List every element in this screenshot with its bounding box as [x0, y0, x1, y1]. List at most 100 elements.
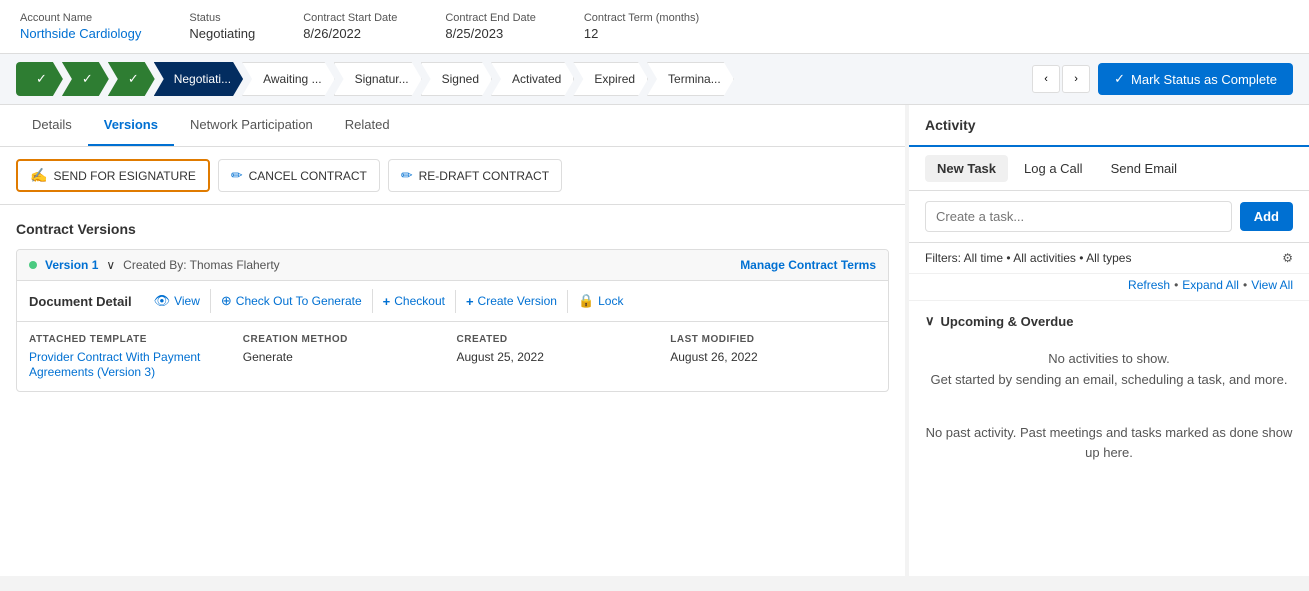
account-name-field: Account Name Northside Cardiology [20, 12, 141, 41]
tab-related[interactable]: Related [329, 105, 406, 146]
version-label[interactable]: Version 1 [45, 258, 98, 272]
cancel-icon: ✏ [231, 167, 243, 184]
step-activated-label: Activated [512, 72, 561, 86]
send-esignature-button[interactable]: ✍ SEND FOR ESIGNATURE [16, 159, 210, 192]
main-layout: Details Versions Network Participation R… [0, 105, 1309, 576]
contract-versions: Contract Versions Version 1 ∨ Created By… [0, 205, 905, 576]
attached-template-value[interactable]: Provider Contract With Payment Agreement… [29, 350, 200, 379]
activity-tab-send-email[interactable]: Send Email [1099, 155, 1189, 182]
redraft-icon: ✏ [401, 167, 413, 184]
tab-network-participation[interactable]: Network Participation [174, 105, 329, 146]
creation-method-label: CREATION METHOD [243, 334, 449, 345]
status-steps: ✓ ✓ ✓ Negotiati... Awaiting ... Signatur… [16, 62, 1024, 96]
cancel-contract-label: CANCEL CONTRACT [249, 169, 367, 183]
tabs: Details Versions Network Participation R… [0, 105, 905, 147]
step-1[interactable]: ✓ [16, 62, 63, 96]
step-negotiating[interactable]: Negotiati... [154, 62, 243, 96]
refresh-link[interactable]: Refresh [1128, 278, 1170, 292]
activity-title: Activity [909, 105, 1309, 147]
mark-complete-button[interactable]: ✓ Mark Status as Complete [1098, 63, 1293, 95]
create-version-label: Create Version [478, 294, 557, 308]
create-version-icon: + [466, 294, 474, 309]
left-panel: Details Versions Network Participation R… [0, 105, 909, 576]
step-3[interactable]: ✓ [108, 62, 155, 96]
activity-tab-log-call[interactable]: Log a Call [1012, 155, 1095, 182]
step-prev-button[interactable]: ‹ [1032, 65, 1060, 93]
step-next-button[interactable]: › [1062, 65, 1090, 93]
created-label: CREATED [457, 334, 663, 345]
tab-versions[interactable]: Versions [88, 105, 174, 146]
step-terminated-label: Termina... [668, 72, 721, 86]
header: Account Name Northside Cardiology Status… [0, 0, 1309, 54]
start-date-label: Contract Start Date [303, 12, 397, 24]
last-modified-label: LAST MODIFIED [670, 334, 876, 345]
redraft-contract-button[interactable]: ✏ RE-DRAFT CONTRACT [388, 159, 562, 192]
step-signature[interactable]: Signatur... [334, 62, 422, 96]
created-value: August 25, 2022 [457, 350, 544, 364]
cancel-contract-button[interactable]: ✏ CANCEL CONTRACT [218, 159, 380, 192]
send-esignature-label: SEND FOR ESIGNATURE [53, 169, 195, 183]
check-icon-3: ✓ [128, 71, 139, 87]
view-all-link[interactable]: View All [1251, 278, 1293, 292]
doc-detail-title: Document Detail [29, 294, 132, 309]
activity-tabs: New Task Log a Call Send Email [909, 147, 1309, 191]
links-row: Refresh • Expand All • View All [909, 274, 1309, 301]
account-name-link[interactable]: Northside Cardiology [20, 26, 141, 41]
doc-actions: Document Detail 👁 View ⊕ Check Out To Ge… [17, 281, 888, 322]
no-activities-sub: Get started by sending an email, schedul… [925, 370, 1293, 391]
upcoming-section: ∨ Upcoming & Overdue No activities to sh… [909, 301, 1309, 576]
check-icon-1: ✓ [36, 71, 47, 87]
attached-template-col: ATTACHED TEMPLATE Provider Contract With… [29, 334, 235, 379]
status-value: Negotiating [189, 26, 255, 41]
right-panel: Activity New Task Log a Call Send Email … [909, 105, 1309, 576]
version-header-left: Version 1 ∨ Created By: Thomas Flaherty [29, 258, 280, 272]
checkout-button[interactable]: + Checkout [373, 290, 456, 313]
checkout-generate-button[interactable]: ⊕ Check Out To Generate [211, 289, 373, 313]
chevron-down-icon[interactable]: ∨ [925, 313, 935, 329]
step-awaiting[interactable]: Awaiting ... [242, 62, 334, 96]
step-activated[interactable]: Activated [491, 62, 574, 96]
step-negotiating-label: Negotiati... [174, 72, 231, 86]
checkout-icon: + [383, 294, 391, 309]
status-label: Status [189, 12, 255, 24]
check-icon: ✓ [1114, 71, 1125, 87]
account-name-label: Account Name [20, 12, 141, 24]
end-date-value: 8/25/2023 [445, 26, 503, 41]
create-version-button[interactable]: + Create Version [456, 290, 568, 313]
last-modified-value: August 26, 2022 [670, 350, 757, 364]
tab-details[interactable]: Details [16, 105, 88, 146]
add-button[interactable]: Add [1240, 202, 1293, 231]
gear-icon[interactable]: ⚙ [1282, 251, 1293, 265]
lock-button[interactable]: 🔒 Lock [568, 289, 634, 313]
checkout-generate-icon: ⊕ [221, 293, 232, 309]
expand-all-link[interactable]: Expand All [1182, 278, 1239, 292]
version-status-dot [29, 261, 37, 269]
version-chevron[interactable]: ∨ [106, 258, 115, 272]
version-details: ATTACHED TEMPLATE Provider Contract With… [17, 322, 888, 391]
upcoming-header: ∨ Upcoming & Overdue [925, 313, 1293, 329]
end-date-label: Contract End Date [445, 12, 536, 24]
step-nav: ‹ › [1032, 65, 1090, 93]
task-input-row: Add [909, 191, 1309, 243]
contract-versions-title: Contract Versions [16, 221, 889, 237]
view-icon: 👁 [154, 293, 171, 309]
end-date-field: Contract End Date 8/25/2023 [445, 12, 536, 41]
created-col: CREATED August 25, 2022 [457, 334, 663, 379]
view-label: View [174, 294, 200, 308]
activity-tab-new-task[interactable]: New Task [925, 155, 1008, 182]
no-activities: No activities to show. Get started by se… [925, 341, 1293, 399]
past-activity: No past activity. Past meetings and task… [925, 415, 1293, 473]
step-signed[interactable]: Signed [421, 62, 492, 96]
step-signature-label: Signatur... [355, 72, 409, 86]
filters-text: Filters: All time • All activities • All… [925, 251, 1131, 265]
task-input[interactable] [925, 201, 1232, 232]
action-buttons: ✍ SEND FOR ESIGNATURE ✏ CANCEL CONTRACT … [0, 147, 905, 205]
step-expired[interactable]: Expired [573, 62, 648, 96]
step-2[interactable]: ✓ [62, 62, 109, 96]
last-modified-col: LAST MODIFIED August 26, 2022 [670, 334, 876, 379]
step-terminated[interactable]: Termina... [647, 62, 734, 96]
manage-contract-terms-link[interactable]: Manage Contract Terms [740, 258, 876, 272]
view-button[interactable]: 👁 View [144, 289, 211, 313]
version-created-by: Created By: Thomas Flaherty [123, 258, 280, 272]
version-card: Version 1 ∨ Created By: Thomas Flaherty … [16, 249, 889, 392]
